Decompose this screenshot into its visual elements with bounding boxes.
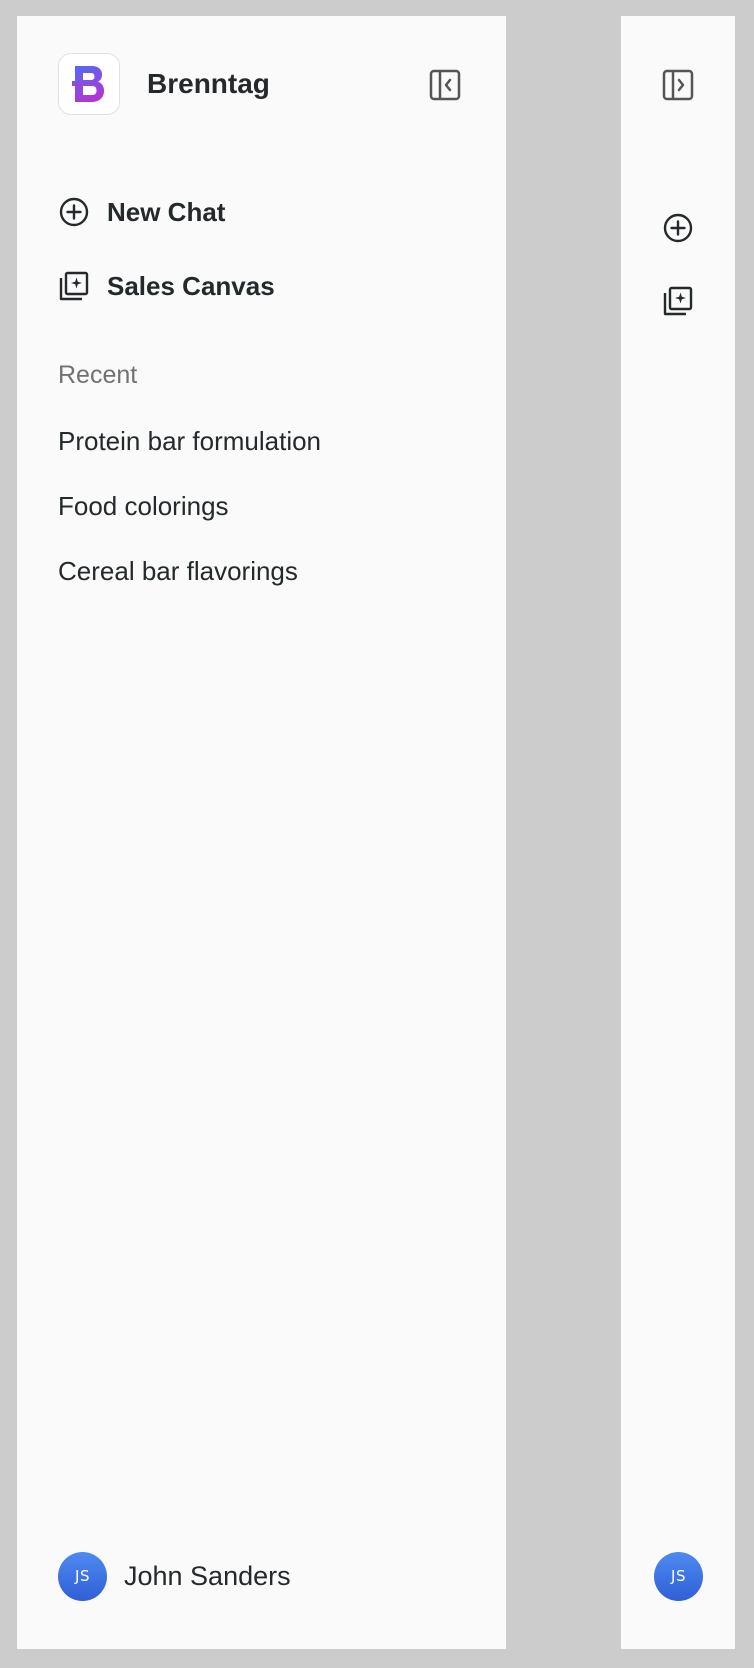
sparkle-stack-icon <box>663 286 693 316</box>
new-chat-button[interactable] <box>662 212 694 244</box>
sidebar-expand-button[interactable] <box>661 68 695 102</box>
avatar: JS <box>58 1551 107 1601</box>
sidebar-collapse-button[interactable] <box>428 68 462 102</box>
user-name: John Sanders <box>124 1560 291 1591</box>
recent-item[interactable]: Cereal bar flavorings <box>58 556 298 587</box>
user-profile-collapsed[interactable]: JS <box>654 1551 703 1601</box>
brand-name: Brenntag <box>147 68 270 99</box>
sidebar-collapse-icon <box>429 69 461 101</box>
nav-new-chat[interactable]: New Chat <box>58 190 225 234</box>
user-profile[interactable]: JS John Sanders <box>58 1551 291 1601</box>
brand-logo-icon <box>72 66 104 102</box>
nav-new-chat-label: New Chat <box>107 196 226 227</box>
sidebar-expanded: Brenntag New Chat Sales Canvas Recent Pr… <box>17 16 506 1649</box>
sidebar-expand-icon <box>662 69 694 101</box>
plus-circle-icon <box>663 213 693 243</box>
recent-heading: Recent <box>58 361 138 389</box>
plus-circle-icon <box>58 196 90 228</box>
nav-sales-canvas-label: Sales Canvas <box>107 270 275 301</box>
nav-sales-canvas[interactable]: Sales Canvas <box>58 264 275 308</box>
sidebar-collapsed: JS <box>621 16 735 1649</box>
sparkle-stack-icon <box>58 270 90 302</box>
avatar: JS <box>654 1551 703 1601</box>
recent-item[interactable]: Protein bar formulation <box>58 426 321 457</box>
recent-item[interactable]: Food colorings <box>58 491 229 522</box>
brand-logo <box>58 53 120 115</box>
sales-canvas-button[interactable] <box>662 285 694 317</box>
